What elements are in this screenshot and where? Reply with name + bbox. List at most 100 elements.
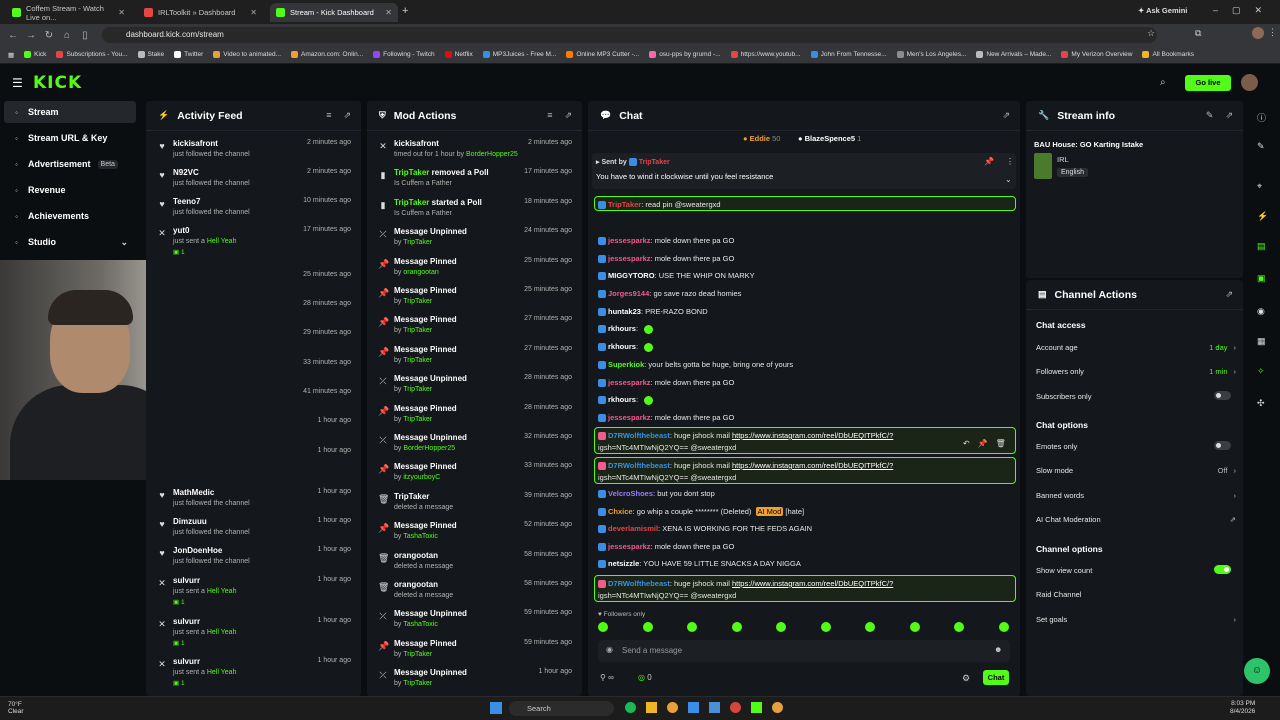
bookmark-item[interactable]: My Verizon Overview (1061, 51, 1132, 58)
extensions-icon[interactable]: ⧉ (1195, 28, 1201, 39)
taskbar-clock[interactable]: 8:03 PM 8/4/2026 (1230, 700, 1255, 716)
external-link-icon[interactable]: ⇗ (1230, 515, 1236, 524)
bookmark-item[interactable]: Men's Los Angeles... (896, 51, 966, 58)
windows-start-icon[interactable] (490, 702, 502, 714)
chat-message[interactable]: rkhours: (598, 342, 1008, 352)
popout-icon[interactable]: ⇗ (1002, 110, 1010, 121)
quick-emote-icon[interactable] (687, 622, 697, 632)
chat-input[interactable]: ◉ Send a message ☻ (598, 640, 1010, 662)
chat-username[interactable]: VelcroShoes (608, 489, 653, 498)
quick-emote-icon[interactable] (598, 622, 608, 632)
chat-message[interactable]: Chxice: go whip a couple ******** (Delet… (598, 507, 1008, 517)
chat-username[interactable]: jessesparkz (608, 542, 651, 551)
mod-action-item[interactable]: ⤫ Message Unpinned by TripTaker 1 hour ago (367, 668, 582, 696)
apps-grid-icon[interactable]: ▦ (8, 51, 14, 59)
home-icon[interactable]: ⌂ (58, 30, 76, 41)
sidebar-item-stream-url-key[interactable]: ◦ Stream URL & Key (4, 127, 136, 149)
mod-action-item[interactable]: 📌 Message Pinned by TashaToxic 52 minutes a… (367, 521, 582, 550)
chat-username[interactable]: Superkiok (608, 360, 644, 369)
url-field[interactable]: dashboard.kick.com/stream (102, 27, 1157, 43)
bookmark-item[interactable]: New Arrivals – Made... (976, 51, 1051, 58)
bookmark-star-icon[interactable]: ☆ (1147, 28, 1155, 39)
sidebar-item-achievements[interactable]: ◦ Achievements (4, 205, 136, 227)
chat-username[interactable]: Jorges9144 (608, 289, 649, 298)
chat-settings-gear-icon[interactable]: ⚙ (962, 673, 970, 684)
setting-account-age[interactable]: Account age 1 day › (1036, 343, 1236, 352)
quick-emote-icon[interactable] (776, 622, 786, 632)
close-tab-icon[interactable]: ✕ (250, 8, 257, 17)
quick-emote-icon[interactable] (909, 622, 920, 632)
search-icon[interactable]: ⌕ (1160, 77, 1166, 88)
chat-username[interactable]: jessesparkz (608, 254, 651, 263)
quick-emote-icon[interactable] (642, 622, 653, 632)
message-actions[interactable]: ↶📌🗑 (963, 439, 1014, 448)
bookmark-item[interactable]: Following - Twitch (373, 51, 435, 58)
mod-action-item[interactable]: ⤫ Message Unpinned by TripTaker 24 minutes … (367, 227, 582, 256)
activity-item[interactable]: ✕ yut0 just sent a Hell Yeah ▣ 1 17 minutes … (146, 226, 361, 256)
top-gifter-1[interactable]: ● Eddie 50 (743, 134, 780, 143)
mod-action-item[interactable]: 📌 Message Pinned by TripTaker 28 minutes ag… (367, 404, 582, 433)
kick-logo[interactable]: KICK (33, 73, 82, 93)
activity-item[interactable]: ✕ sulvurr just sent a Hell Yeah ▣ 1 1 hour a… (146, 576, 361, 606)
close-tab-icon[interactable]: ✕ (385, 8, 392, 17)
chat-username[interactable]: jessesparkz (608, 236, 651, 245)
apps-icon[interactable]: ✣ (1257, 398, 1265, 409)
forward-icon[interactable]: → (22, 30, 40, 41)
activity-item[interactable]: ♥ Dimzuuu just followed the channel 1 hour … (146, 517, 361, 546)
weather-widget[interactable]: 70°F Clear (8, 701, 24, 715)
side-panel-icon[interactable]: ▯ (76, 30, 94, 41)
edit-icon[interactable]: ✎ (1257, 141, 1265, 152)
quick-emote-icon[interactable] (731, 622, 742, 632)
doc-icon[interactable]: ▤ (1257, 241, 1266, 252)
window-controls[interactable]: –▢✕ (1213, 5, 1276, 16)
sidebar-item-stream[interactable]: ◦ Stream (4, 101, 136, 123)
chat-message-link[interactable]: D7RWolfthebeast: huge jshock mail https:… (598, 431, 1008, 441)
chat-username[interactable]: Chxice (608, 507, 633, 516)
chat-message[interactable]: jessesparkz: mole down there pa GO (598, 254, 1008, 264)
activity-item[interactable]: ♥ Teeno7 just followed the channel 10 minut… (146, 197, 361, 226)
activity-item[interactable]: ♥ kickisafront just followed the channel 2 … (146, 139, 361, 168)
mod-action-item[interactable]: ⤫ Message Unpinned by BorderHopper25 32 min… (367, 433, 582, 462)
bookmark-item[interactable]: Kick (24, 51, 46, 58)
setting-show-view-count[interactable]: Show view count (1036, 565, 1236, 575)
setting-set-goals[interactable]: Set goals › (1036, 615, 1236, 624)
chat-username[interactable]: jessesparkz (608, 378, 651, 387)
mod-action-item[interactable]: ▮ TripTaker started a Poll Is Cuffem a Fat… (367, 198, 582, 227)
bookmark-item[interactable]: https://www.youtub... (730, 51, 801, 58)
telegram-icon[interactable] (688, 702, 699, 713)
mod-action-item[interactable]: ▮ TripTaker removed a Poll Is Cuffem a Fat… (367, 168, 582, 197)
mod-action-item[interactable]: 📌 Message Pinned by TripTaker 27 minutes ag… (367, 315, 582, 344)
bookmark-item[interactable]: Subscriptions - You... (56, 51, 128, 58)
chat-link[interactable]: https://www.instagram.com/reel/DbUEQITPk… (732, 431, 893, 440)
spotify-icon[interactable] (625, 702, 636, 713)
pin-icon[interactable]: 📌 (984, 157, 994, 166)
chat-message[interactable]: MIGGYTORO: USE THE WHIP ON MARKY (598, 271, 1008, 281)
profile-avatar[interactable] (1252, 27, 1264, 39)
mod-action-item[interactable]: ✕ kickisafront timed out for 1 hour by Bor… (367, 139, 582, 168)
chat-message[interactable]: jessesparkz: mole down there pa GO (598, 378, 1008, 388)
send-chat-button[interactable]: Chat (983, 670, 1009, 685)
chat-username[interactable]: huntak23 (608, 307, 641, 316)
bookmark-item[interactable]: Amazon.com: Onlin... (291, 51, 363, 58)
more-options-icon[interactable]: ⋮ (1006, 157, 1014, 166)
quick-emote-icon[interactable] (998, 622, 1009, 632)
activity-item[interactable]: ♥ MathMedic just followed the channel 1 hou… (146, 488, 361, 517)
bolt-icon[interactable]: ⚡ (1257, 211, 1268, 222)
filter-icon[interactable]: ≡ (547, 110, 552, 121)
ask-gemini-button[interactable]: ✦ Ask Gemini (1138, 6, 1187, 15)
hamburger-menu-icon[interactable]: ☰ (12, 76, 23, 90)
file-explorer-icon[interactable] (646, 702, 657, 713)
setting-banned-words[interactable]: Banned words › (1036, 491, 1236, 500)
chrome-icon[interactable] (772, 702, 783, 713)
mod-action-item[interactable]: 🗑 orangootan deleted a message 58 minutes a… (367, 551, 582, 580)
toggle-switch[interactable] (1214, 441, 1231, 450)
back-icon[interactable]: ← (4, 30, 22, 41)
user-avatar[interactable] (1241, 74, 1258, 91)
bookmark-item[interactable]: Online MP3 Cutter -... (566, 51, 639, 58)
browser-tab[interactable]: IRLToolkit » Dashboard ✕ (138, 3, 263, 22)
chrome-icon[interactable] (667, 702, 678, 713)
bookmark-item[interactable]: Stake (137, 51, 164, 58)
chat-message[interactable]: rkhours: (598, 395, 1008, 405)
chat-username[interactable]: rkhours (608, 324, 636, 333)
setting-emotes-only[interactable]: Emotes only (1036, 441, 1236, 451)
